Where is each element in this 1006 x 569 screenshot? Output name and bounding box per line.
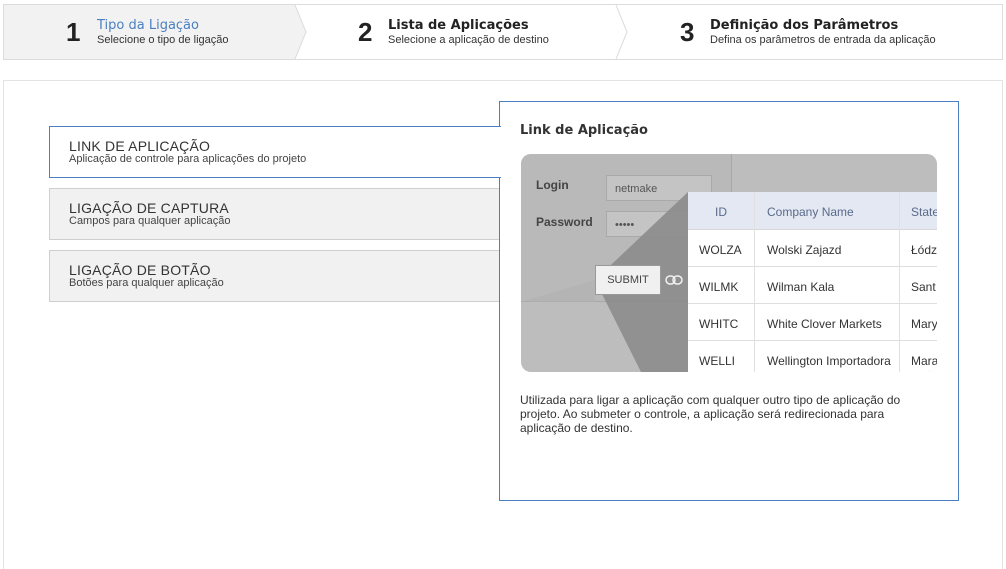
step-number: 3 xyxy=(680,17,695,47)
step-title: Definição dos Parâmetros xyxy=(710,18,899,33)
step-subtitle: Selecione o tipo de ligação xyxy=(97,34,229,46)
step-separator-icon xyxy=(615,5,628,59)
illustration-submit-button: SUBMIT xyxy=(595,265,661,295)
step-subtitle: Defina os parâmetros de entrada da aplic… xyxy=(710,34,936,46)
option-subtitle: Campos para qualquer aplicação xyxy=(69,215,231,227)
step-number: 2 xyxy=(358,17,373,47)
step-subtitle: Selecione a aplicação de destino xyxy=(388,34,549,46)
option-ligacao-botao[interactable]: LIGAÇÃO DE BOTÃO Botões para qualquer ap… xyxy=(49,250,501,302)
illustration-shadow xyxy=(521,192,688,372)
step-title: Tipo da Ligação xyxy=(97,18,199,33)
link-type-panel: LINK DE APLICAÇÃO Aplicação de controle … xyxy=(3,80,1003,569)
option-ligacao-captura[interactable]: LIGAÇÃO DE CAPTURA Campos para qualquer … xyxy=(49,188,501,240)
option-title: LIGAÇÃO DE CAPTURA xyxy=(69,200,229,216)
link-icon xyxy=(665,272,683,288)
option-link-aplicacao[interactable]: LINK DE APLICAÇÃO Aplicação de controle … xyxy=(49,126,501,178)
option-subtitle: Botões para qualquer aplicação xyxy=(69,277,224,289)
option-subtitle: Aplicação de controle para aplicações do… xyxy=(69,153,307,165)
preview-description: Utilizada para ligar a aplicação com qua… xyxy=(520,393,901,435)
option-preview: Link de Aplicação Login netmake Password… xyxy=(499,101,959,501)
step-tipo-ligacao[interactable]: 1 Tipo da Ligação Selecione o tipo de li… xyxy=(4,5,296,59)
option-title: LINK DE APLICAÇÃO xyxy=(69,138,211,154)
option-title: LIGAÇÃO DE BOTÃO xyxy=(69,262,211,278)
wizard-steps: 1 Tipo da Ligação Selecione o tipo de li… xyxy=(3,4,1003,60)
step-lista-aplicacoes[interactable]: 2 Lista de Aplicações Selecione a aplica… xyxy=(308,5,614,59)
preview-title: Link de Aplicação xyxy=(520,123,648,138)
step-number: 1 xyxy=(66,17,81,47)
step-definicao-parametros[interactable]: 3 Definição dos Parâmetros Defina os par… xyxy=(630,5,1002,59)
step-separator-icon xyxy=(294,5,307,59)
step-title: Lista de Aplicações xyxy=(388,18,529,33)
preview-illustration: Login netmake Password ••••• ID Company … xyxy=(521,154,937,372)
